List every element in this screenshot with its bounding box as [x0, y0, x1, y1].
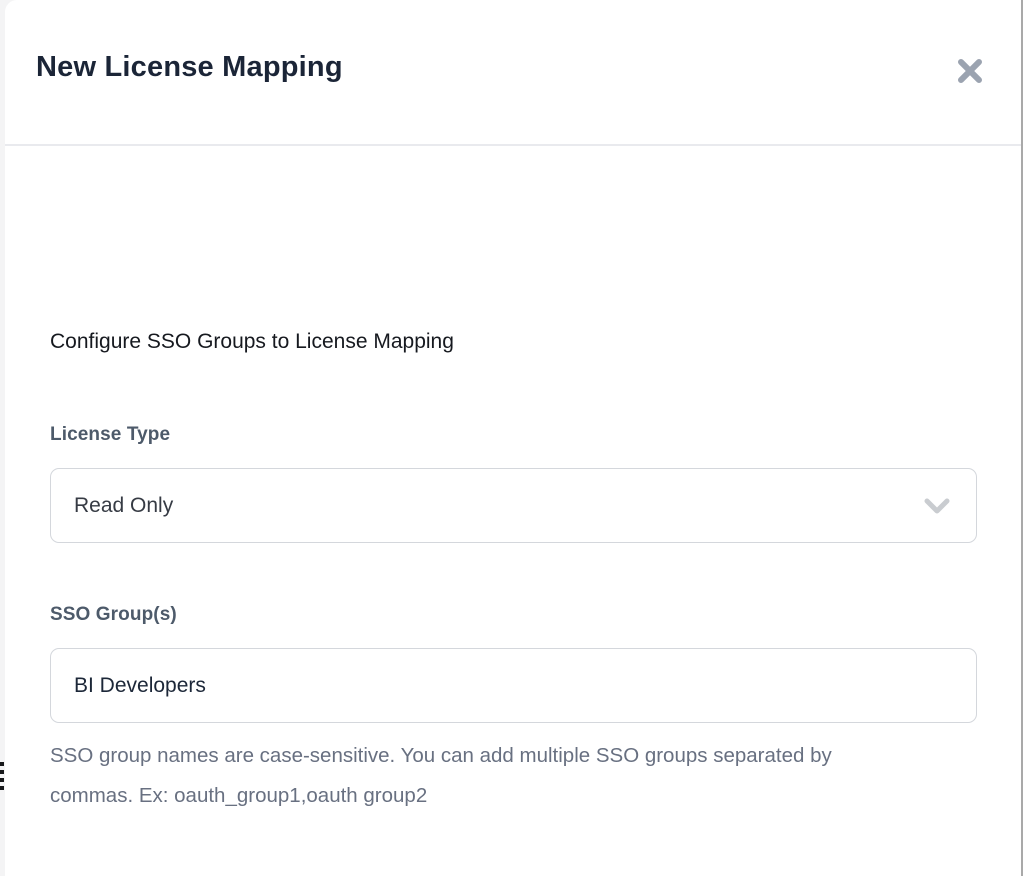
new-license-mapping-dialog: New License Mapping Configure SSO Groups… — [5, 0, 1021, 876]
window-edge-outside — [1023, 0, 1028, 876]
background-page-fragment — [0, 786, 4, 790]
sso-groups-label: SSO Group(s) — [50, 604, 177, 626]
background-page-fragment — [0, 778, 4, 782]
header-divider — [5, 144, 1021, 146]
license-type-selected-value: Read Only — [74, 494, 173, 518]
dialog-header: New License Mapping — [5, 0, 1021, 144]
close-icon — [954, 55, 986, 87]
chevron-down-icon — [924, 497, 950, 515]
dialog-description: Configure SSO Groups to License Mapping — [50, 330, 454, 354]
close-button[interactable] — [951, 52, 989, 90]
dialog-title: New License Mapping — [36, 51, 343, 84]
background-page-fragment — [0, 762, 4, 766]
sso-groups-help-text: SSO group names are case-sensitive. You … — [50, 736, 895, 816]
sso-groups-input[interactable] — [50, 648, 977, 723]
background-page-fragment — [0, 770, 4, 774]
license-type-select[interactable]: Read Only — [50, 468, 977, 543]
license-type-label: License Type — [50, 424, 170, 446]
